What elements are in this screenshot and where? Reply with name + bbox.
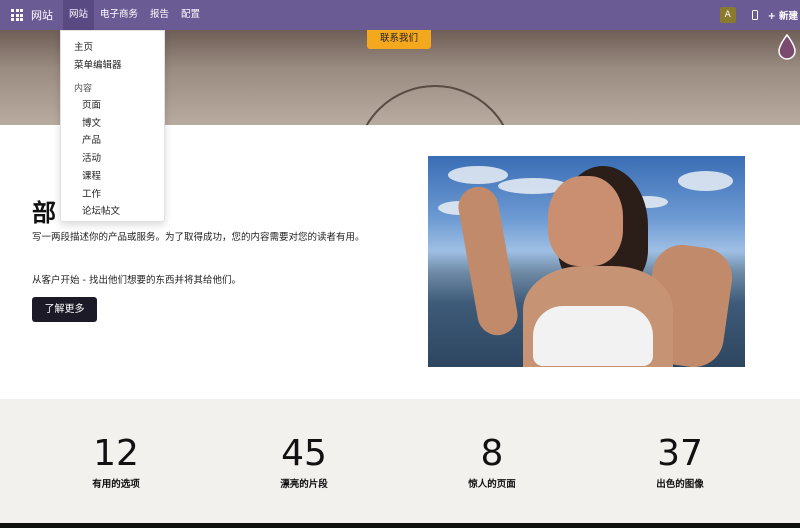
new-button[interactable]: + 新建 [768, 8, 798, 22]
avatar[interactable]: A [719, 7, 736, 23]
menu-item-pages[interactable]: 页面 [82, 97, 101, 111]
stat-block: 8 惊人的页面 [432, 433, 552, 491]
learn-more-button[interactable]: 了解更多 [32, 297, 97, 322]
stat-number: 37 [657, 433, 703, 474]
stats-section: 12 有用的选项 45 漂亮的片段 8 惊人的页面 37 出色的图像 [0, 399, 800, 523]
menu-item-jobs[interactable]: 工作 [82, 186, 101, 200]
stat-block: 45 漂亮的片段 [244, 433, 364, 491]
feature-image [428, 156, 745, 367]
nav-config[interactable]: 配置 [175, 0, 206, 30]
menu-item-events[interactable]: 活动 [82, 150, 101, 164]
menu-header-content: 内容 [74, 84, 93, 94]
hero-arc-decoration [355, 85, 515, 125]
description-paragraph: 写一两段描述你的产品或服务。为了取得成功，您的内容需要对您的读者有用。 [32, 232, 365, 243]
stat-label: 惊人的页面 [468, 479, 516, 490]
menu-item-home[interactable]: 主页 [74, 39, 93, 53]
section-heading: 部 [32, 199, 56, 227]
menu-item-courses[interactable]: 课程 [82, 168, 101, 182]
menu-item-forum-posts[interactable]: 论坛帖文 [82, 203, 120, 217]
navbar-right: A + 新建 [719, 0, 800, 30]
nav-ecommerce[interactable]: 电子商务 [94, 0, 144, 30]
footer-edge [0, 523, 800, 528]
stat-number: 12 [93, 433, 139, 474]
stat-number: 8 [480, 433, 504, 474]
top-navbar: 网站 网站 电子商务 报告 配置 A + 新建 [0, 0, 800, 30]
apps-grid-icon[interactable] [11, 9, 23, 21]
mobile-preview-icon[interactable] [751, 10, 758, 20]
app-brand[interactable]: 网站 [31, 7, 53, 23]
contact-us-button[interactable]: 联系我们 [367, 30, 431, 49]
stat-label: 有用的选项 [92, 479, 140, 490]
nav-website[interactable]: 网站 [63, 0, 95, 30]
stat-number: 45 [281, 433, 327, 474]
customer-paragraph: 从客户开始 - 找出他们想要的东西并将其给他们。 [32, 275, 241, 286]
stat-block: 12 有用的选项 [56, 433, 176, 491]
menu-item-menu-editor[interactable]: 菜单编辑器 [74, 57, 122, 71]
menu-item-blog-posts[interactable]: 博文 [82, 115, 101, 129]
stat-label: 出色的图像 [656, 479, 704, 490]
website-dropdown-menu: 主页 菜单编辑器 内容 页面 博文 产品 活动 课程 工作 论坛帖文 [60, 30, 165, 222]
stat-label: 漂亮的片段 [280, 479, 328, 490]
nav-reports[interactable]: 报告 [144, 0, 175, 30]
theme-drop-icon[interactable] [778, 34, 796, 60]
stat-block: 37 出色的图像 [620, 433, 740, 491]
menu-item-products[interactable]: 产品 [82, 132, 101, 146]
